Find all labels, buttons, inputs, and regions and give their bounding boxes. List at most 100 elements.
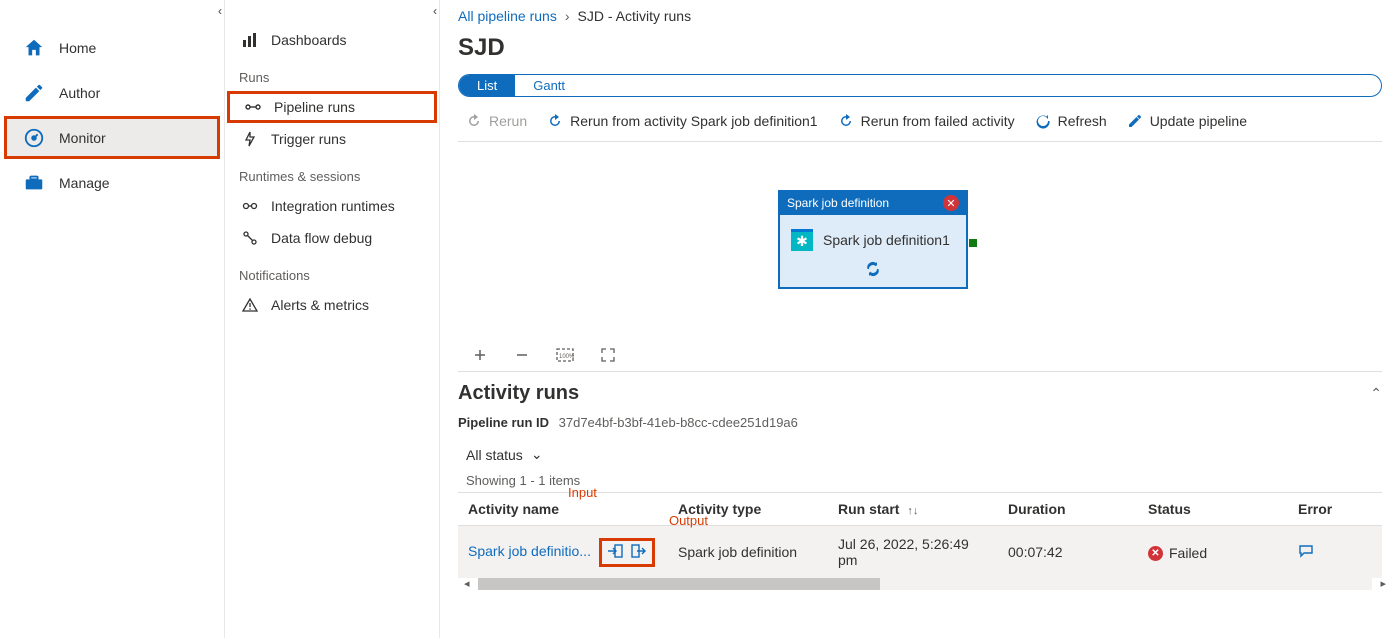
output-icon[interactable] [630, 543, 648, 562]
breadcrumb-root-link[interactable]: All pipeline runs [458, 8, 557, 24]
zoom-out-icon[interactable] [514, 347, 530, 363]
collapse-section-icon[interactable]: ⌃ [1370, 385, 1382, 402]
duration-cell: 00:07:42 [998, 526, 1138, 579]
col-error[interactable]: Error [1288, 493, 1382, 526]
failed-icon: ✕ [1148, 546, 1163, 561]
breadcrumb: All pipeline runs › SJD - Activity runs [458, 0, 1382, 28]
side-item-integration-runtimes[interactable]: Integration runtimes [227, 190, 437, 222]
col-activity-type[interactable]: Activity type [668, 493, 828, 526]
col-label: Error [1298, 501, 1332, 517]
rerun-activity-icon [547, 113, 563, 129]
side-section-notifications: Notifications [225, 254, 439, 289]
nav-item-manage[interactable]: Manage [4, 161, 220, 204]
page-title: SJD [458, 34, 1382, 62]
nav-label: Home [59, 40, 96, 56]
nav-item-home[interactable]: Home [4, 26, 220, 69]
toolbar-label: Rerun from failed activity [861, 113, 1015, 129]
side-item-data-flow-debug[interactable]: Data flow debug [227, 222, 437, 254]
home-icon [23, 37, 45, 59]
activity-runs-section: Activity runs ⌃ Pipeline run ID 37d7e4bf… [458, 372, 1382, 638]
close-icon[interactable]: ✕ [943, 195, 959, 211]
rerun-from-failed-button[interactable]: Rerun from failed activity [838, 113, 1015, 129]
pipeline-run-id: Pipeline run ID 37d7e4bf-b3bf-41eb-b8cc-… [458, 415, 1382, 430]
activity-type-cell: Spark job definition [668, 526, 828, 579]
side-item-dashboards[interactable]: Dashboards [227, 24, 437, 56]
col-label: Run start [838, 501, 899, 517]
rerun-failed-icon [838, 113, 854, 129]
table-row[interactable]: Spark job definitio... Spark job defini [458, 526, 1382, 579]
side-label: Pipeline runs [274, 99, 355, 115]
rerun-icon [466, 113, 482, 129]
status-filter-dropdown[interactable]: All status ⌄ [466, 446, 1382, 463]
sort-icon: ↑↓ [907, 505, 918, 517]
side-section-runs: Runs [225, 56, 439, 91]
main-content: All pipeline runs › SJD - Activity runs … [440, 0, 1398, 638]
fullscreen-icon[interactable] [600, 347, 616, 363]
edit-icon [1127, 113, 1143, 129]
activity-node-header: Spark job definition ✕ [779, 191, 967, 215]
toolbox-icon [23, 172, 45, 194]
activity-runs-table: Activity name Input Output Activity type… [458, 492, 1382, 578]
nav-label: Monitor [59, 130, 106, 146]
side-label: Dashboards [271, 32, 347, 48]
side-item-alerts-metrics[interactable]: Alerts & metrics [227, 289, 437, 321]
horizontal-scrollbar[interactable]: ◂ ▸ [478, 578, 1372, 590]
run-id-value: 37d7e4bf-b3bf-41eb-b8cc-cdee251d19a6 [559, 415, 798, 430]
toolbar-label: Update pipeline [1150, 113, 1247, 129]
run-start-cell: Jul 26, 2022, 5:26:49 pm [828, 526, 998, 579]
refresh-icon [1035, 113, 1051, 129]
view-toggle-gantt[interactable]: Gantt [515, 75, 583, 96]
integration-runtimes-icon [241, 197, 259, 215]
side-item-trigger-runs[interactable]: Trigger runs [227, 123, 437, 155]
toolbar-label: Refresh [1058, 113, 1107, 129]
view-toggle: List Gantt [458, 74, 1382, 97]
succeed-handle-icon[interactable] [969, 239, 977, 247]
view-toggle-list[interactable]: List [459, 75, 515, 96]
alerts-icon [241, 296, 259, 314]
zoom-fit-icon[interactable]: 100% [556, 347, 574, 363]
activity-runs-heading: Activity runs [458, 382, 579, 405]
io-icons-highlight [599, 538, 655, 567]
nav-item-author[interactable]: Author [4, 71, 220, 114]
chevron-down-icon: ⌄ [531, 446, 543, 463]
chevron-right-icon: › [565, 8, 570, 24]
activity-node-header-title: Spark job definition [787, 196, 889, 210]
monitor-side-panel: ‹‹ Dashboards Runs Pipeline runs Trigger… [225, 0, 440, 638]
status-filter-label: All status [466, 447, 523, 463]
dashboards-icon [241, 31, 259, 49]
activity-node-spark-job[interactable]: Spark job definition ✕ ✱ Spark job defin… [778, 190, 968, 289]
toolbar-label: Rerun from activity Spark job definition… [570, 113, 817, 129]
side-section-runtimes: Runtimes & sessions [225, 155, 439, 190]
update-pipeline-button[interactable]: Update pipeline [1127, 113, 1247, 129]
scrollbar-thumb[interactable] [478, 578, 880, 590]
toolbar: Rerun Rerun from activity Spark job defi… [458, 109, 1382, 142]
zoom-in-icon[interactable] [472, 347, 488, 363]
col-label: Activity type [678, 501, 761, 517]
col-status[interactable]: Status [1138, 493, 1288, 526]
status-text: Failed [1169, 545, 1207, 561]
refresh-button[interactable]: Refresh [1035, 113, 1107, 129]
col-activity-name[interactable]: Activity name Input Output [458, 493, 668, 526]
rerun-from-activity-button[interactable]: Rerun from activity Spark job definition… [547, 113, 817, 129]
pipeline-runs-icon [244, 98, 262, 116]
activity-name-link[interactable]: Spark job definitio... [468, 543, 591, 559]
activity-runs-table-wrap: Activity name Input Output Activity type… [458, 492, 1382, 590]
status-cell: ✕ Failed [1138, 526, 1288, 579]
spark-activity-icon: ✱ [791, 229, 813, 251]
input-icon[interactable] [606, 543, 624, 562]
annotation-input: Input [568, 485, 597, 500]
scroll-left-icon[interactable]: ◂ [464, 577, 470, 590]
side-label: Data flow debug [271, 230, 372, 246]
col-run-start[interactable]: Run start ↑↓ [828, 493, 998, 526]
pipeline-canvas[interactable]: Spark job definition ✕ ✱ Spark job defin… [458, 142, 1382, 372]
col-label: Activity name [468, 501, 559, 517]
side-label: Alerts & metrics [271, 297, 369, 313]
scroll-right-icon[interactable]: ▸ [1380, 577, 1386, 590]
nav-label: Manage [59, 175, 110, 191]
col-label: Status [1148, 501, 1191, 517]
side-item-pipeline-runs[interactable]: Pipeline runs [227, 91, 437, 123]
error-message-icon[interactable] [1298, 545, 1314, 561]
col-duration[interactable]: Duration [998, 493, 1138, 526]
nav-item-monitor[interactable]: Monitor [4, 116, 220, 159]
sync-icon[interactable] [865, 261, 881, 280]
